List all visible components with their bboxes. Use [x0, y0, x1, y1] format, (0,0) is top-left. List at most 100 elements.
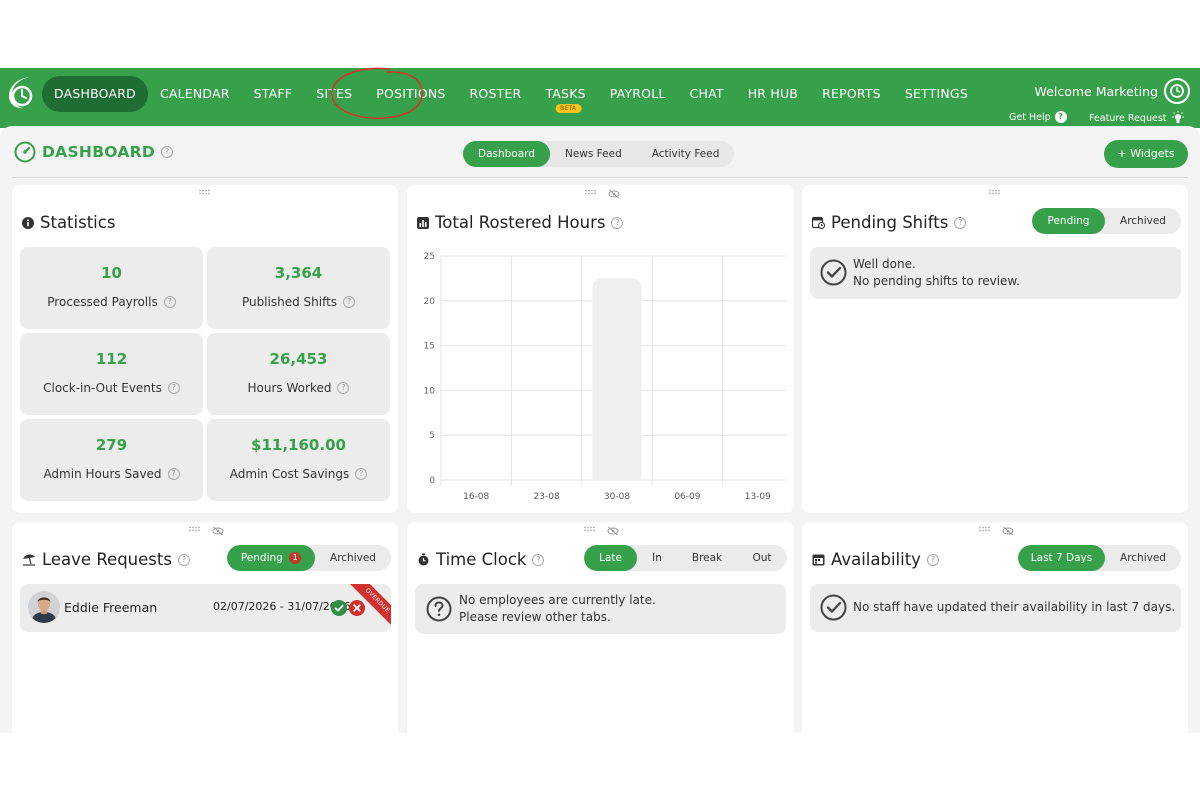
pending-shifts-message: Well done. No pending shifts to review.: [853, 256, 1020, 290]
nav-calendar[interactable]: CALENDAR: [148, 76, 242, 112]
speedometer-icon: [14, 141, 36, 163]
help-icon[interactable]: ?: [161, 146, 174, 158]
time-clock-message: No employees are currently late. Please …: [459, 592, 656, 626]
stat-label-text: Admin Cost Savings: [229, 467, 350, 481]
tab-activity-feed[interactable]: Activity Feed: [637, 141, 735, 167]
help-icon[interactable]: ?: [343, 296, 356, 308]
help-icon[interactable]: ?: [611, 216, 624, 229]
employee-name: Eddie Freeman: [64, 600, 158, 615]
beta-badge: BETA: [555, 104, 582, 113]
tab-late[interactable]: Late: [584, 545, 637, 571]
nav-staff[interactable]: STAFF: [242, 76, 305, 112]
tab-dashboard[interactable]: Dashboard: [463, 141, 550, 167]
drag-handle-icon[interactable]: [583, 526, 597, 532]
approve-icon[interactable]: [331, 600, 347, 616]
availability-message-box: No staff have updated their availability…: [810, 584, 1181, 632]
nav-dashboard[interactable]: DASHBOARD: [42, 76, 148, 112]
stat-hours-worked[interactable]: 26,453 Hours Worked?: [207, 333, 390, 415]
message-line: No employees are currently late.: [459, 593, 656, 607]
tab-pending[interactable]: Pending 1: [227, 545, 315, 571]
nav-settings[interactable]: SETTINGS: [893, 76, 980, 112]
stat-label: Hours Worked?: [207, 381, 390, 395]
rostered-hours-chart: 0 5 10 15 20 25 16-08 23-08 30-08 06-09 13-09: [424, 252, 787, 500]
stat-value: 26,453: [269, 350, 328, 368]
stat-processed-payrolls[interactable]: 10 Processed Payrolls?: [20, 247, 203, 329]
welcome-text: Welcome Marketing: [1034, 84, 1158, 99]
nav-chat[interactable]: CHAT: [678, 76, 736, 112]
help-icon[interactable]: ?: [355, 468, 368, 480]
help-icon[interactable]: ?: [177, 553, 190, 566]
stat-value: 279: [95, 436, 128, 454]
time-clock-card: Time Clock ? Late In Break Out No employ…: [407, 522, 794, 733]
drag-handle-icon[interactable]: [188, 526, 202, 532]
tab-pending-label: Pending: [240, 552, 283, 564]
eye-slash-icon[interactable]: [1002, 526, 1014, 536]
avatar: [28, 591, 60, 623]
tab-out[interactable]: Out: [737, 545, 787, 571]
leave-requests-title: Leave Requests ?: [22, 550, 190, 569]
help-icon[interactable]: ?: [163, 296, 176, 308]
help-icon[interactable]: ?: [532, 553, 545, 566]
tab-archived[interactable]: Archived: [1105, 208, 1181, 234]
app-logo-icon[interactable]: [6, 75, 36, 111]
tab-break[interactable]: Break: [677, 545, 737, 571]
top-navbar: DASHBOARD CALENDAR STAFF SITES POSITIONS…: [0, 67, 1200, 128]
help-icon[interactable]: ?: [954, 216, 967, 229]
drag-handle-icon[interactable]: [584, 189, 598, 195]
availability-tabs: Last 7 Days Archived: [1018, 545, 1181, 571]
x-tick-label: 23-08: [534, 492, 560, 500]
tab-archived[interactable]: Archived: [315, 545, 391, 571]
eye-slash-icon[interactable]: [607, 526, 619, 536]
stat-clock-events[interactable]: 112 Clock-in-Out Events?: [20, 333, 203, 415]
tab-last-7-days[interactable]: Last 7 Days: [1018, 545, 1105, 571]
message-line: Please review other tabs.: [459, 610, 611, 624]
nav-payroll[interactable]: PAYROLL: [598, 76, 678, 112]
nav-tasks[interactable]: TASKS BETA: [533, 76, 597, 113]
message-line: No pending shifts to review.: [853, 274, 1020, 288]
stat-admin-hours-saved[interactable]: 279 Admin Hours Saved?: [20, 419, 203, 501]
stat-value: 10: [101, 264, 122, 282]
add-widgets-button[interactable]: + Widgets: [1104, 140, 1188, 168]
reject-icon[interactable]: [349, 600, 365, 616]
eye-slash-icon[interactable]: [608, 189, 620, 199]
rostered-hours-title-text: Total Rostered Hours: [435, 213, 606, 232]
stat-value: 3,364: [274, 264, 323, 282]
get-help-link[interactable]: Get Help ?: [1009, 111, 1067, 123]
stat-label: Published Shifts?: [207, 295, 390, 309]
nav-hr-hub[interactable]: HR HUB: [736, 76, 810, 112]
help-icon[interactable]: ?: [337, 382, 350, 394]
tab-news-feed[interactable]: News Feed: [550, 141, 637, 167]
tab-archived[interactable]: Archived: [1105, 545, 1181, 571]
eye-slash-icon[interactable]: [212, 526, 224, 536]
nav-reports[interactable]: REPORTS: [810, 76, 893, 112]
drag-handle-icon[interactable]: [988, 189, 1002, 195]
y-tick-label: 15: [424, 342, 435, 352]
nav-roster[interactable]: ROSTER: [458, 76, 534, 112]
time-clock-title-text: Time Clock: [436, 550, 527, 569]
leave-requests-card: Leave Requests ? Pending 1 Archived Eddi…: [12, 522, 398, 733]
stat-label-text: Hours Worked: [247, 381, 332, 395]
feature-request-link[interactable]: Feature Request: [1089, 111, 1185, 125]
leave-request-row[interactable]: Eddie Freeman 02/07/2026 - 31/07/2026 OV…: [20, 584, 391, 632]
stat-label: Clock-in-Out Events?: [20, 381, 203, 395]
info-icon: [22, 216, 34, 229]
stat-label: Processed Payrolls?: [20, 295, 203, 309]
help-question-icon: ?: [1054, 111, 1067, 123]
page-title-text: DASHBOARD: [42, 143, 156, 161]
help-icon[interactable]: ?: [926, 553, 939, 566]
help-icon[interactable]: ?: [167, 382, 180, 394]
nav-tasks-label: TASKS: [545, 86, 586, 101]
view-tabs: Dashboard News Feed Activity Feed: [463, 141, 735, 167]
user-menu-icon[interactable]: [1164, 78, 1190, 104]
message-line: Well done.: [853, 257, 916, 271]
drag-handle-icon[interactable]: [978, 526, 992, 532]
stat-label: Admin Hours Saved?: [20, 467, 203, 481]
stat-published-shifts[interactable]: 3,364 Published Shifts?: [207, 247, 390, 329]
tab-pending[interactable]: Pending: [1032, 208, 1105, 234]
tab-in[interactable]: In: [637, 545, 677, 571]
help-icon[interactable]: ?: [167, 468, 180, 480]
drag-handle-icon[interactable]: [198, 189, 212, 195]
x-tick-label: 13-09: [745, 492, 771, 500]
availability-title-text: Availability: [831, 550, 921, 569]
stat-admin-cost-savings[interactable]: $11,160.00 Admin Cost Savings?: [207, 419, 390, 501]
